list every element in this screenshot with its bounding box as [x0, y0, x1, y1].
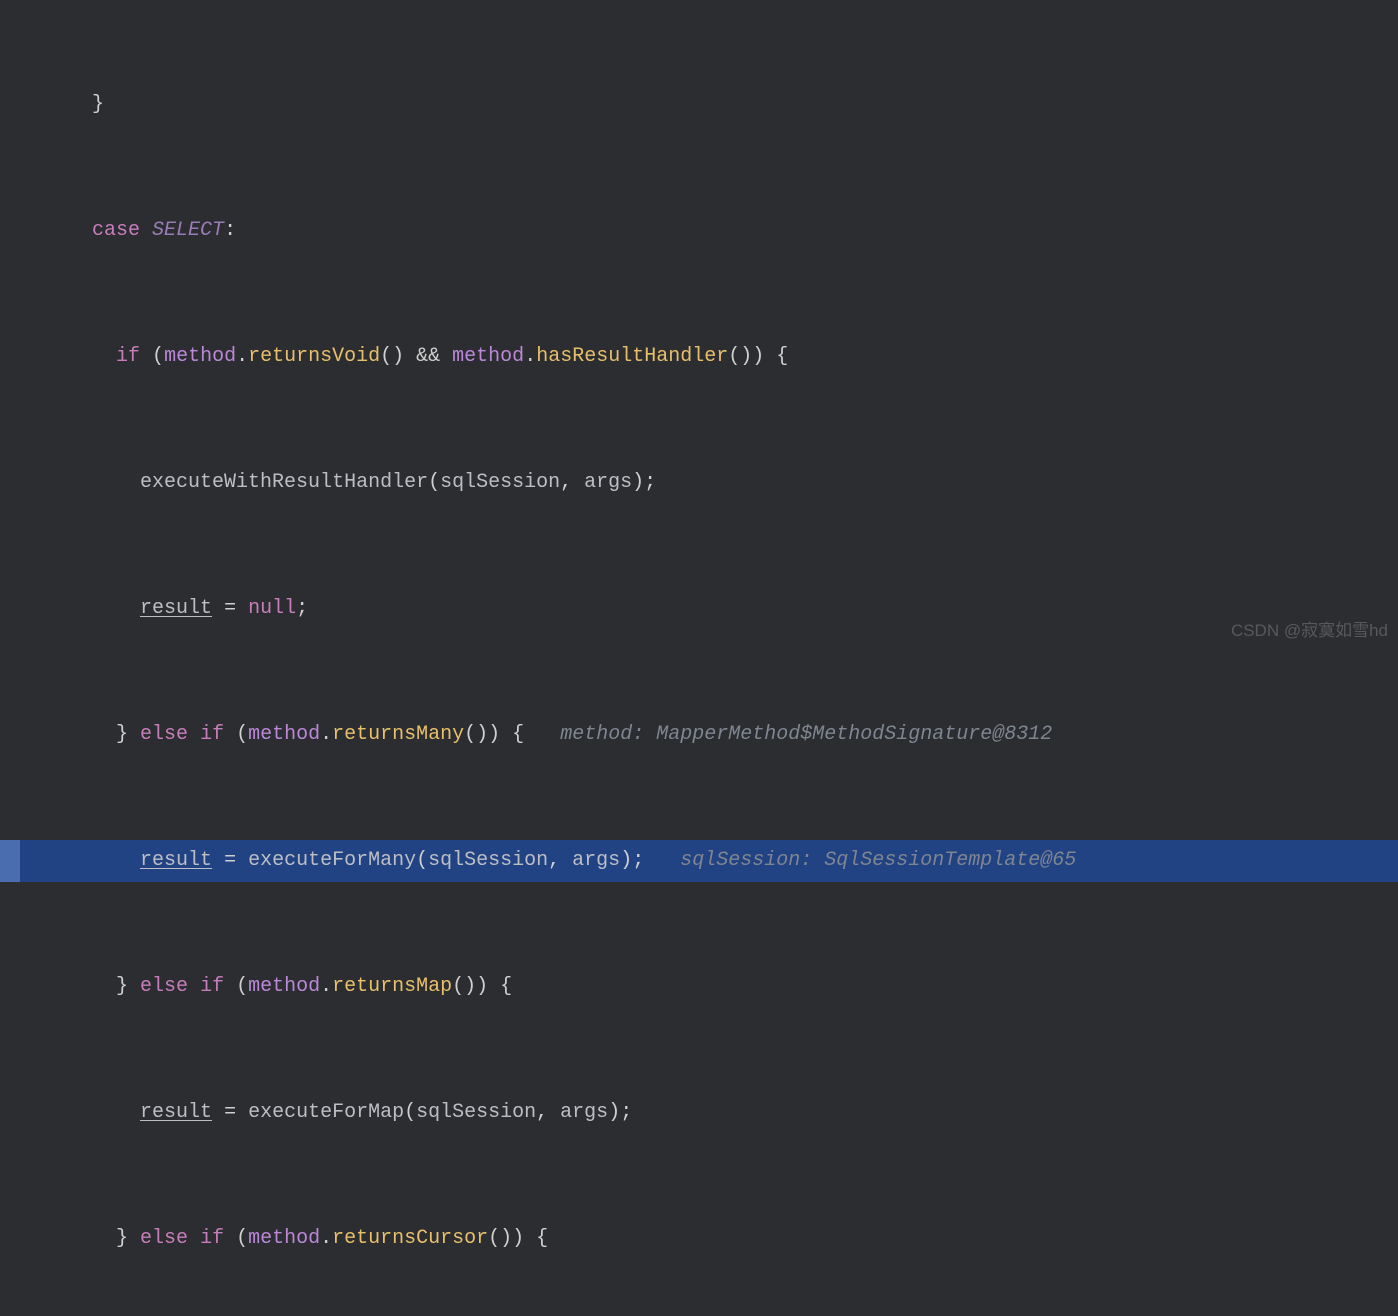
code-editor[interactable]: } case SELECT: if (method.returnsVoid() …	[0, 0, 1398, 658]
keyword-if: if	[200, 975, 224, 998]
keyword-if: if	[200, 723, 224, 746]
code-line[interactable]: case SELECT:	[0, 210, 1398, 252]
call-executeForMap: executeForMap	[248, 1101, 404, 1124]
var-result: result	[140, 1101, 212, 1124]
code-line[interactable]: if (method.returnsVoid() && method.hasRe…	[0, 336, 1398, 378]
call-hasResultHandler: hasResultHandler	[536, 345, 728, 368]
call-returnsMap: returnsMap	[332, 975, 452, 998]
call-executeForMany: executeForMany	[248, 849, 416, 872]
brace: }	[92, 93, 104, 116]
field-method: method	[248, 975, 320, 998]
keyword-case: case	[92, 219, 140, 242]
var-sqlSession: sqlSession	[440, 471, 560, 494]
code-line[interactable]: }	[0, 84, 1398, 126]
var-args: args	[584, 471, 632, 494]
field-method: method	[164, 345, 236, 368]
code-line[interactable]: result = null;	[0, 588, 1398, 630]
inlay-hint: method: MapperMethod$MethodSignature@831…	[560, 723, 1052, 746]
code-line[interactable]: result = executeForMap(sqlSession, args)…	[0, 1092, 1398, 1134]
code-line[interactable]: } else if (method.returnsMany()) { metho…	[0, 714, 1398, 756]
var-result: result	[140, 597, 212, 620]
call-executeWithResultHandler: executeWithResultHandler	[140, 471, 428, 494]
keyword-else: else	[140, 723, 188, 746]
var-args: args	[572, 849, 620, 872]
call-returnsVoid: returnsVoid	[248, 345, 380, 368]
keyword-else: else	[140, 975, 188, 998]
var-args: args	[560, 1101, 608, 1124]
keyword-else: else	[140, 1227, 188, 1250]
keyword-null: null	[248, 597, 296, 620]
field-method: method	[248, 723, 320, 746]
var-sqlSession: sqlSession	[416, 1101, 536, 1124]
keyword-if: if	[200, 1227, 224, 1250]
code-line[interactable]: } else if (method.returnsCursor()) {	[0, 1218, 1398, 1260]
inlay-hint: sqlSession: SqlSessionTemplate@65	[680, 849, 1076, 872]
call-returnsMany: returnsMany	[332, 723, 464, 746]
call-returnsCursor: returnsCursor	[332, 1227, 488, 1250]
code-line[interactable]: executeWithResultHandler(sqlSession, arg…	[0, 462, 1398, 504]
var-sqlSession: sqlSession	[428, 849, 548, 872]
op-andand: &&	[416, 345, 440, 368]
watermark: CSDN @寂寞如雪hd	[1231, 610, 1388, 652]
keyword-if: if	[116, 345, 140, 368]
code-line-current[interactable]: result = executeForMany(sqlSession, args…	[0, 840, 1398, 882]
code-line[interactable]: } else if (method.returnsMap()) {	[0, 966, 1398, 1008]
enum-select: SELECT	[152, 219, 224, 242]
var-result: result	[140, 849, 212, 872]
field-method: method	[248, 1227, 320, 1250]
field-method: method	[452, 345, 524, 368]
